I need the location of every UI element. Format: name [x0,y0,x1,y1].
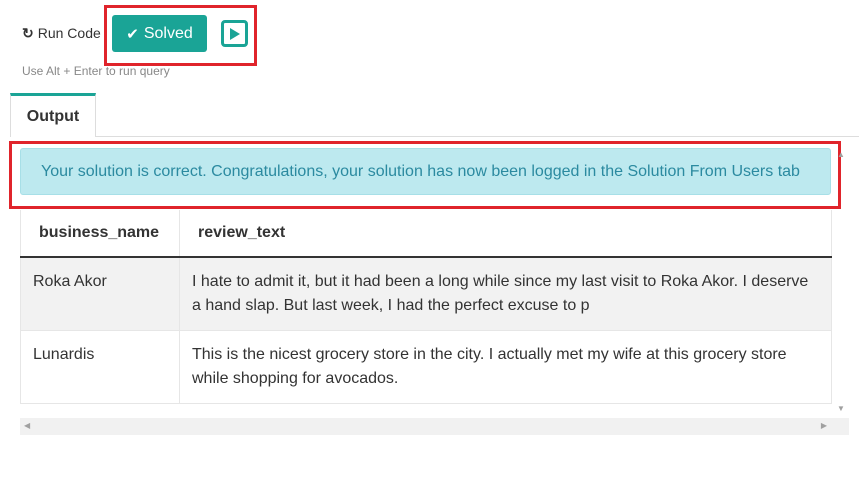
run-code-label: Run Code [37,25,101,41]
play-button[interactable] [221,20,248,47]
tab-output[interactable]: Output [10,93,96,137]
cell-review-text: I hate to admit it, but it had been a lo… [179,256,832,331]
scroll-down-arrow-icon[interactable]: ▼ [837,404,845,413]
table-header-row: business_name review_text [20,210,832,258]
results-table: business_name review_text Roka Akor I ha… [20,210,832,404]
cell-review-text: This is the nicest grocery store in the … [179,330,832,404]
run-code-button[interactable]: ↻ Run Code [22,25,101,41]
table-row: Roka Akor I hate to admit it, but it had… [20,256,832,331]
scroll-left-arrow-icon[interactable]: ◀ [24,421,30,430]
table-row: Lunardis This is the nicest grocery stor… [20,330,832,404]
solved-label: Solved [143,24,193,42]
toolbar: ↻ Run Code ✔ Solved Use Alt + Enter to r… [0,0,863,90]
column-header-business-name[interactable]: business_name [20,210,180,258]
results-table-wrapper: business_name review_text Roka Akor I ha… [20,210,832,404]
horizontal-scrollbar[interactable]: ◀ ▶ [20,418,849,435]
play-icon [229,27,240,40]
cell-business-name: Lunardis [20,330,180,404]
output-tabs: Output [10,93,859,137]
success-alert: Your solution is correct. Congratulation… [20,148,831,195]
scroll-right-arrow-icon[interactable]: ▶ [821,421,827,430]
success-alert-message: Your solution is correct. Congratulation… [41,162,800,180]
scroll-up-arrow-icon[interactable]: ▲ [837,150,845,159]
refresh-icon: ↻ [22,25,34,41]
keyboard-hint: Use Alt + Enter to run query [22,64,170,78]
column-header-review-text[interactable]: review_text [179,210,832,258]
solved-button[interactable]: ✔ Solved [112,15,207,52]
cell-business-name: Roka Akor [20,256,180,331]
check-icon: ✔ [126,25,139,43]
